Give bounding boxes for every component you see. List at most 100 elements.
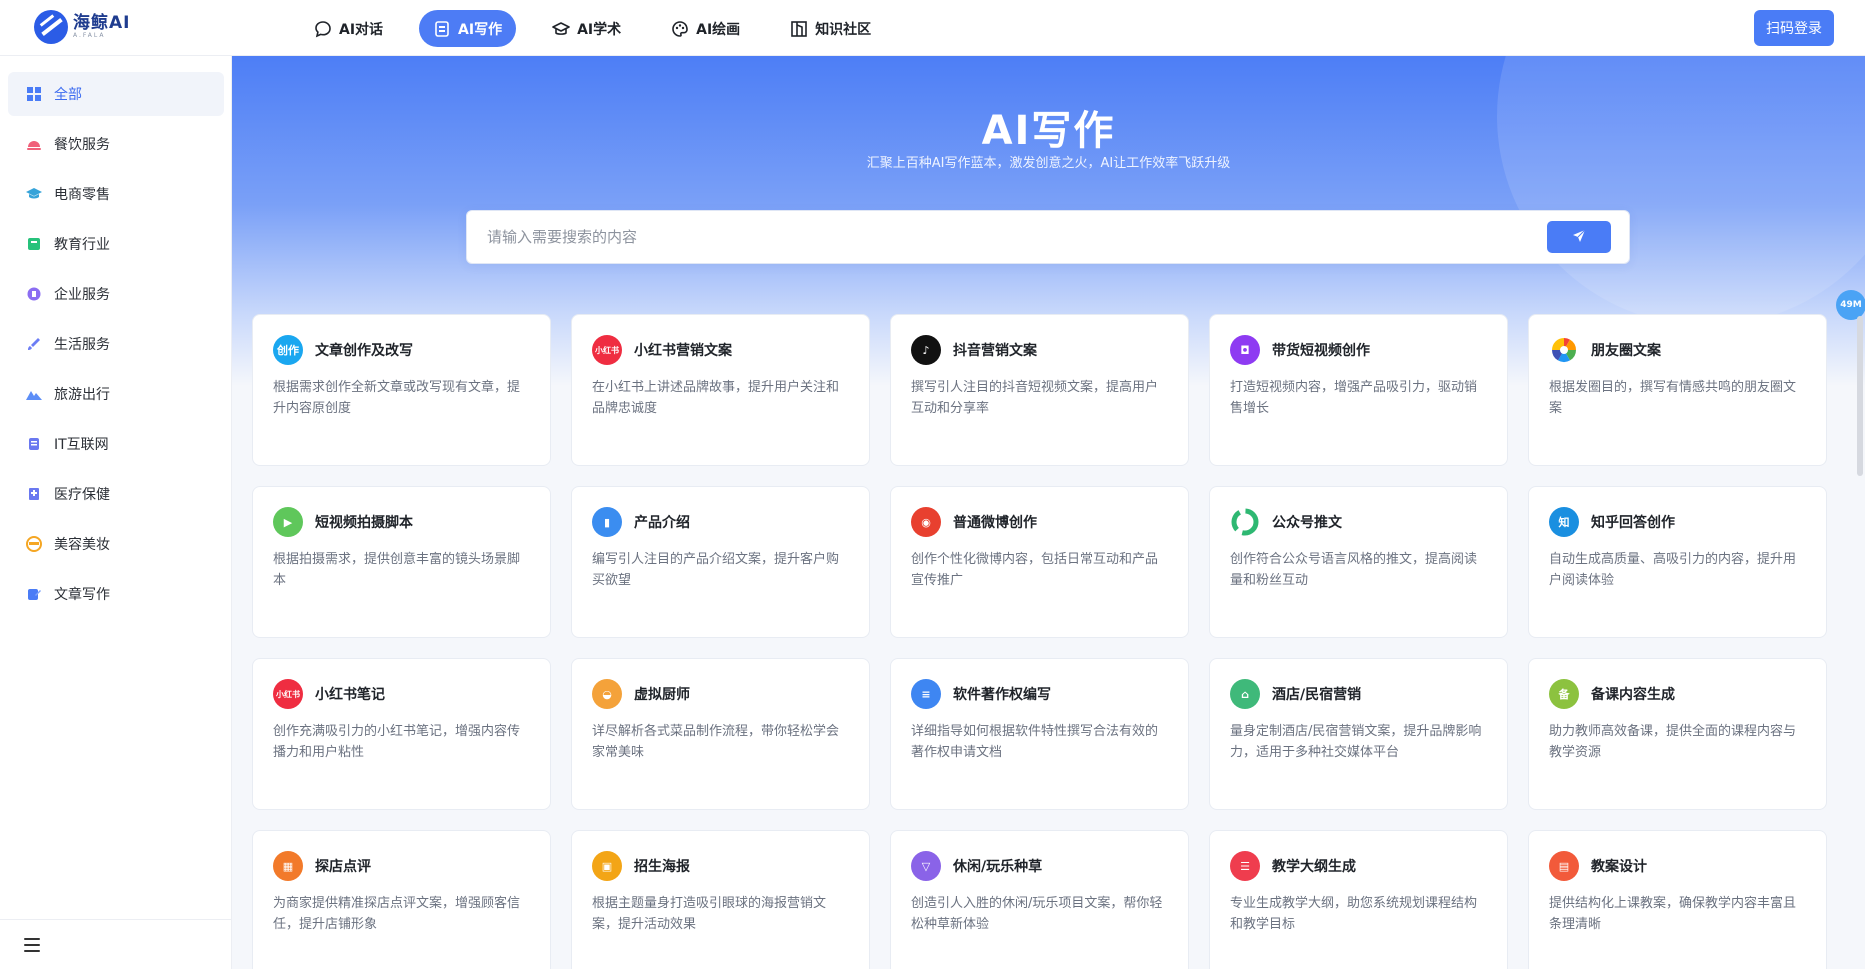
main-content: AI写作 汇聚上百种AI写作蓝本，激发创意之火，AI让工作效率飞跃升级 创作文章… xyxy=(232,56,1865,969)
sidebar-item-healthcare[interactable]: 医疗保健 xyxy=(8,472,224,516)
card-header: ▽ 休闲/玩乐种草 xyxy=(911,851,1168,881)
sidebar-item-article-writing[interactable]: 文章写作 xyxy=(8,572,224,616)
sidebar-item-label: 生活服务 xyxy=(54,337,110,353)
sidebar-item-travel[interactable]: 旅游出行 xyxy=(8,372,224,416)
main-nav: AI对话 AI写作 AI学术 AI绘画 知识社区 xyxy=(300,10,885,47)
page-subtitle: 汇聚上百种AI写作蓝本，激发创意之火，AI让工作效率飞跃升级 xyxy=(866,156,1231,171)
nav-knowledge-community[interactable]: 知识社区 xyxy=(776,10,885,47)
nav-ai-writing[interactable]: AI写作 xyxy=(419,10,517,47)
product-card-icon: ▮ xyxy=(592,507,622,537)
card-title: 小红书笔记 xyxy=(315,687,385,703)
nav-ai-academic[interactable]: AI学术 xyxy=(538,10,635,47)
sidebar-item-it-internet[interactable]: IT互联网 xyxy=(8,422,224,466)
template-card[interactable]: ≡ 软件著作权编写 详细指导如何根据软件特性撰写合法有效的著作权申请文档 xyxy=(890,658,1189,810)
card-header: ▮ 产品介绍 xyxy=(592,507,849,537)
brush-icon xyxy=(26,336,42,352)
template-card[interactable]: 备备课内容生成助力教师高效备课，提供全面的课程内容与教学资源 xyxy=(1528,658,1827,810)
douyin-icon: ♪ xyxy=(911,335,941,365)
card-title: 备课内容生成 xyxy=(1591,687,1675,703)
nav-ai-painting[interactable]: AI绘画 xyxy=(657,10,754,47)
sidebar-item-label: IT互联网 xyxy=(54,437,109,453)
card-description: 在小红书上讲述品牌故事，提升用户关注和品牌忠诚度 xyxy=(592,380,840,416)
card-header: 备备课内容生成 xyxy=(1549,679,1806,709)
sidebar-item-education[interactable]: 教育行业 xyxy=(8,222,224,266)
template-card[interactable]: ♪ 抖音营销文案 撰写引人注目的抖音短视频文案，提高用户互动和分享率 xyxy=(890,314,1189,466)
scrollbar-thumb[interactable] xyxy=(1857,316,1863,476)
creation-icon: 创作 xyxy=(273,335,303,365)
shopping-bag-icon: ◘ xyxy=(1230,335,1260,365)
template-card[interactable]: 朋友圈文案根据发圈目的，撰写有情感共鸣的朋友圈文案 xyxy=(1528,314,1827,466)
sidebar-item-ecommerce[interactable]: 电商零售 xyxy=(8,172,224,216)
sidebar-item-enterprise[interactable]: 企业服务 xyxy=(8,272,224,316)
book-icon xyxy=(26,236,42,252)
card-title: 小红书营销文案 xyxy=(634,343,732,359)
card-description: 编写引人注目的产品介绍文案，提升客户购买欲望 xyxy=(592,552,840,588)
logo[interactable]: 海鲸AI A.FALA xyxy=(34,10,130,44)
video-camera-icon: ▶ xyxy=(273,507,303,537)
template-card[interactable]: ◉ 普通微博创作创作个性化微博内容，包括日常互动和产品宣传推广 xyxy=(890,486,1189,638)
scan-login-button[interactable]: 扫码登录 xyxy=(1754,10,1834,46)
logo-subtitle: A.FALA xyxy=(73,32,106,39)
template-card[interactable]: ▽ 休闲/玩乐种草 创造引人入胜的休闲/玩乐项目文案，帮你轻松种草新体验 xyxy=(890,830,1189,969)
card-description: 提供结构化上课教案，确保教学内容丰富且条理清晰 xyxy=(1549,896,1797,932)
card-header: 知知乎回答创作 xyxy=(1549,507,1806,537)
zhihu-icon: 知 xyxy=(1549,507,1579,537)
building-icon xyxy=(26,286,42,302)
card-header: ◉ 普通微博创作 xyxy=(911,507,1168,537)
template-card[interactable]: 公众号推文 创作符合公众号语言风格的推文，提高阅读量和粉丝互动 xyxy=(1209,486,1508,638)
card-description: 根据发圈目的，撰写有情感共鸣的朋友圈文案 xyxy=(1549,380,1797,416)
card-title: 公众号推文 xyxy=(1272,515,1342,531)
sidebar-item-beauty[interactable]: 美容美妆 xyxy=(8,522,224,566)
template-card[interactable]: ▮ 产品介绍编写引人注目的产品介绍文案，提升客户购买欲望 xyxy=(571,486,870,638)
card-description: 撰写引人注目的抖音短视频文案，提高用户互动和分享率 xyxy=(911,380,1159,416)
card-description: 自动生成高质量、高吸引力的内容，提升用户阅读体验 xyxy=(1549,552,1797,588)
template-card[interactable]: ▶ 短视频拍摄脚本 根据拍摄需求，提供创意丰富的镜头场景脚本 xyxy=(252,486,551,638)
sidebar-item-label: 企业服务 xyxy=(54,287,110,303)
search-input[interactable] xyxy=(487,225,1547,249)
card-title: 教学大纲生成 xyxy=(1272,859,1356,875)
card-header: ≡ 软件著作权编写 xyxy=(911,679,1168,709)
template-card[interactable]: 小红书 小红书营销文案 在小红书上讲述品牌故事，提升用户关注和品牌忠诚度 xyxy=(571,314,870,466)
sidebar-item-label: 医疗保健 xyxy=(54,487,110,503)
decorative-circle xyxy=(1497,56,1865,326)
card-description: 量身定制酒店/民宿营销文案，提升品牌影响力，适用于多种社交媒体平台 xyxy=(1230,724,1482,760)
card-header: ◒ 虚拟厨师 xyxy=(592,679,849,709)
sidebar-item-all[interactable]: 全部 xyxy=(8,72,224,116)
copyright-doc-icon: ≡ xyxy=(911,679,941,709)
template-card[interactable]: ▦ 探店点评 为商家提供精准探店点评文案，增强顾客信任，提升店铺形象 xyxy=(252,830,551,969)
template-card-grid: 创作 文章创作及改写 根据需求创作全新文章或改写现有文章，提升内容原创度 小红书 小红书… xyxy=(252,314,1827,969)
template-card[interactable]: ☰ 教学大纲生成 专业生成教学大纲，助您系统规划课程结构和教学目标 xyxy=(1209,830,1508,969)
hotel-icon: ⌂ xyxy=(1230,679,1260,709)
sidebar-item-dining[interactable]: 餐饮服务 xyxy=(8,122,224,166)
card-title: 探店点评 xyxy=(315,859,371,875)
template-card[interactable]: ▤ 教案设计 提供结构化上课教案，确保教学内容丰富且条理清晰 xyxy=(1528,830,1827,969)
hamburger-menu-icon[interactable] xyxy=(24,938,40,952)
chef-icon: ◒ xyxy=(592,679,622,709)
card-title: 朋友圈文案 xyxy=(1591,343,1661,359)
sidebar-footer xyxy=(0,919,232,969)
search-submit-button[interactable] xyxy=(1547,221,1611,253)
cocktail-icon: ▽ xyxy=(911,851,941,881)
scrollbar[interactable] xyxy=(1855,56,1865,969)
template-card[interactable]: ⌂ 酒店/民宿营销 量身定制酒店/民宿营销文案，提升品牌影响力，适用于多种社交媒体平… xyxy=(1209,658,1508,810)
logo-mark-icon xyxy=(34,10,68,44)
template-card[interactable]: 知知乎回答创作自动生成高质量、高吸引力的内容，提升用户阅读体验 xyxy=(1528,486,1827,638)
sidebar-item-life-services[interactable]: 生活服务 xyxy=(8,322,224,366)
card-title: 教案设计 xyxy=(1591,859,1647,875)
lesson-prep-icon: 备 xyxy=(1549,679,1579,709)
nav-ai-chat[interactable]: AI对话 xyxy=(300,10,397,47)
card-title: 虚拟厨师 xyxy=(634,687,690,703)
card-title: 文章创作及改写 xyxy=(315,343,413,359)
template-card[interactable]: ◒ 虚拟厨师 详尽解析各式菜品制作流程，带你轻松学会家常美味 xyxy=(571,658,870,810)
template-card[interactable]: 小红书 小红书笔记 创作充满吸引力的小红书笔记，增强内容传播力和用户粘性 xyxy=(252,658,551,810)
template-card[interactable]: ▣ 招生海报 根据主题量身打造吸引眼球的海报营销文案，提升活动效果 xyxy=(571,830,870,969)
sidebar-item-label: 全部 xyxy=(54,87,82,103)
mountain-icon xyxy=(26,386,42,402)
card-description: 助力教师高效备课，提供全面的课程内容与教学资源 xyxy=(1549,724,1797,760)
clinic-icon xyxy=(26,486,42,502)
pencil-note-icon xyxy=(26,586,42,602)
template-card[interactable]: 创作 文章创作及改写 根据需求创作全新文章或改写现有文章，提升内容原创度 xyxy=(252,314,551,466)
card-header: ▶ 短视频拍摄脚本 xyxy=(273,507,530,537)
template-card[interactable]: ◘ 带货短视频创作 打造短视频内容，增强产品吸引力，驱动销售增长 xyxy=(1209,314,1508,466)
card-description: 创作个性化微博内容，包括日常互动和产品宣传推广 xyxy=(911,552,1159,588)
